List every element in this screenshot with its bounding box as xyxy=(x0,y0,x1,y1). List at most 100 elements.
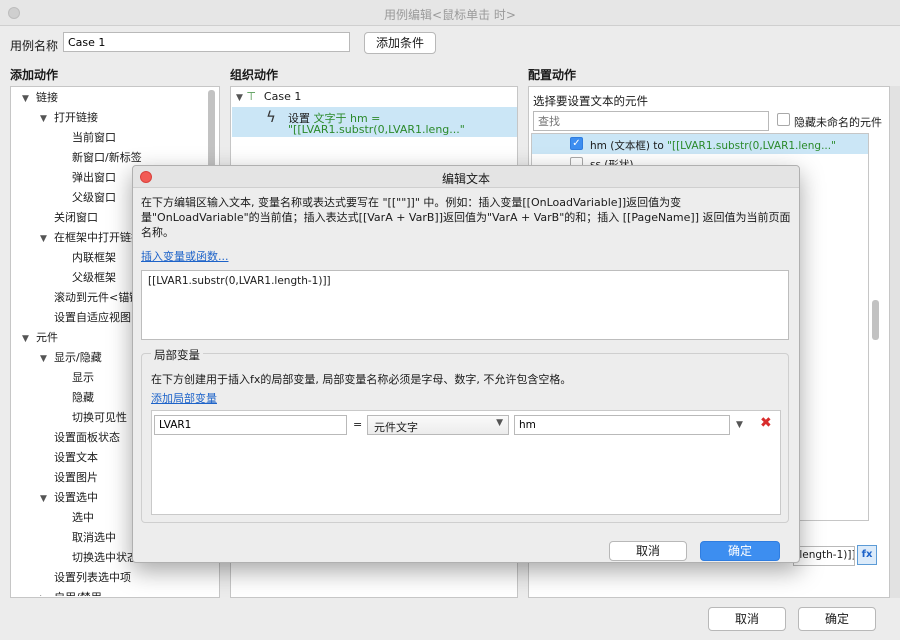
tree-item[interactable]: ▼ 链接 xyxy=(22,88,58,108)
case-expand-icon[interactable]: ▼ xyxy=(236,93,243,103)
tree-item[interactable]: ▼ 元件 xyxy=(22,328,58,348)
tree-item[interactable]: ▼ 设置选中 xyxy=(40,488,98,508)
tree-item[interactable]: ▶启用/禁用 xyxy=(40,588,102,596)
lightning-icon: ϟ xyxy=(266,108,276,126)
widget-search-input[interactable] xyxy=(533,111,769,131)
tree-item-label: 隐藏 xyxy=(72,391,94,404)
configure-actions-header: 配置动作 xyxy=(528,68,577,82)
tree-item-label: 显示/隐藏 xyxy=(54,351,102,364)
tree-item[interactable]: 新窗口/新标签 xyxy=(58,148,142,168)
window-titlebar: 用例编辑<鼠标单击 时> xyxy=(0,0,900,26)
tree-item-label: 设置列表选中项 xyxy=(54,571,131,584)
var-type-value: 元件文字 xyxy=(374,421,418,434)
tree-item[interactable]: 设置文本 xyxy=(40,448,98,468)
tree-item-label: 显示 xyxy=(72,371,94,384)
tree-item[interactable]: 当前窗口 xyxy=(58,128,116,148)
fx-button[interactable]: fx xyxy=(857,545,877,565)
edit-text-dialog: 编辑文本 在下方编辑区输入文本, 变量名称或表达式要写在 "[[""]]" 中。… xyxy=(132,165,800,563)
select-widget-label: 选择要设置文本的元件 xyxy=(533,94,648,108)
tree-item-label: 滚动到元件<锚链 xyxy=(54,291,141,304)
tree-item[interactable]: 设置图片 xyxy=(40,468,98,488)
tree-item-label: 启用/禁用 xyxy=(54,591,102,596)
delete-var-icon[interactable]: ✖ xyxy=(760,415,772,431)
dialog-title: 编辑文本 xyxy=(441,172,490,186)
tree-item[interactable]: ▼ 打开链接 xyxy=(40,108,98,128)
expand-toggle-icon[interactable]: ▼ xyxy=(40,229,54,249)
tree-item-label: 取消选中 xyxy=(72,531,116,544)
tree-item-label: 设置文本 xyxy=(54,451,98,464)
tree-item-label: 父级框架 xyxy=(72,271,116,284)
tree-item[interactable]: 内联框架 xyxy=(58,248,116,268)
tree-item[interactable]: 设置自适应视图 xyxy=(40,308,131,328)
widget-hm-name: hm (文本框) to xyxy=(590,140,668,152)
tree-item[interactable]: 隐藏 xyxy=(58,388,94,408)
expand-toggle-icon[interactable]: ▼ xyxy=(40,109,54,129)
tree-item-label: 链接 xyxy=(36,91,58,104)
tree-item[interactable]: 切换选中状态 xyxy=(58,548,138,568)
case-node[interactable]: ▼ ⊤ Case 1 xyxy=(236,90,301,103)
tree-item[interactable]: 设置面板状态 xyxy=(40,428,120,448)
dialog-ok-button[interactable]: 确定 xyxy=(700,541,780,561)
tree-item[interactable]: ▼ 显示/隐藏 xyxy=(40,348,102,368)
var-name-input[interactable] xyxy=(154,415,347,435)
value-expression-field[interactable]: .length-1)]] xyxy=(793,546,855,566)
widget-list-scrollbar[interactable] xyxy=(872,300,879,340)
tree-item[interactable]: 父级窗口 xyxy=(58,188,116,208)
tree-item-label: 设置选中 xyxy=(54,491,98,504)
tree-item-label: 关闭窗口 xyxy=(54,211,98,224)
expand-toggle-icon[interactable]: ▼ xyxy=(40,489,54,509)
expand-toggle-icon[interactable]: ▼ xyxy=(22,89,36,109)
widget-hm-checkbox[interactable]: ✓ xyxy=(570,137,583,150)
tree-item-label: 元件 xyxy=(36,331,58,344)
action-line-2: "[[LVAR1.substr(0,LVAR1.leng..." xyxy=(288,123,465,136)
organize-actions-header: 组织动作 xyxy=(230,68,279,82)
tree-item[interactable]: 显示 xyxy=(58,368,94,388)
tree-item[interactable]: 关闭窗口 xyxy=(40,208,98,228)
equals-sign: = xyxy=(353,418,363,431)
case-name-input[interactable] xyxy=(63,32,350,52)
tree-item-label: 设置自适应视图 xyxy=(54,311,131,324)
dialog-cancel-button[interactable]: 取消 xyxy=(609,541,687,561)
chevron-down-icon: ▼ xyxy=(496,418,503,428)
hide-unnamed-label: 隐藏未命名的元件 xyxy=(794,116,882,129)
widget-hm-value: "[[LVAR1.substr(0,LVAR1.leng..." xyxy=(667,140,836,152)
add-local-var-link[interactable]: 添加局部变量 xyxy=(151,390,217,406)
right-edge xyxy=(890,86,900,598)
tree-item-label: 设置面板状态 xyxy=(54,431,120,444)
tree-item-label: 打开链接 xyxy=(54,111,98,124)
tree-item-label: 内联框架 xyxy=(72,251,116,264)
expand-toggle-icon[interactable]: ▼ xyxy=(40,349,54,369)
tree-item[interactable]: 父级框架 xyxy=(58,268,116,288)
add-condition-button[interactable]: 添加条件 xyxy=(364,32,436,54)
dialog-description: 在下方编辑区输入文本, 变量名称或表达式要写在 "[[""]]" 中。例如：插入… xyxy=(141,196,791,239)
text-editor[interactable]: [[LVAR1.substr(0,LVAR1.length-1)]] xyxy=(141,270,789,340)
tree-item[interactable]: 取消选中 xyxy=(58,528,116,548)
case-node-label: Case 1 xyxy=(263,90,302,103)
tree-item[interactable]: ▼ 在框架中打开链接 xyxy=(40,228,142,248)
case-tree-icon: ⊤ xyxy=(246,90,257,103)
dialog-titlebar: 编辑文本 xyxy=(133,166,799,188)
insert-variable-link[interactable]: 插入变量或函数... xyxy=(141,248,229,264)
tree-item[interactable]: 设置列表选中项 xyxy=(40,568,131,588)
expand-toggle-icon[interactable]: ▼ xyxy=(22,329,36,349)
cancel-button[interactable]: 取消 xyxy=(708,607,786,631)
tree-item[interactable]: 弹出窗口 xyxy=(58,168,116,188)
tree-item[interactable]: 切换可见性 xyxy=(58,408,127,428)
tree-item-label: 切换选中状态 xyxy=(72,551,138,564)
tree-item-label: 选中 xyxy=(72,511,94,524)
var-type-select[interactable]: 元件文字 ▼ xyxy=(367,415,509,435)
hide-unnamed-checkbox[interactable] xyxy=(777,113,790,126)
tree-item-label: 新窗口/新标签 xyxy=(72,151,142,164)
tree-item-label: 弹出窗口 xyxy=(72,171,116,184)
tree-item[interactable]: 选中 xyxy=(58,508,94,528)
widget-hm-label: hm (文本框) to "[[LVAR1.substr(0,LVAR1.leng… xyxy=(590,138,836,153)
ok-button[interactable]: 确定 xyxy=(798,607,876,631)
add-actions-header: 添加动作 xyxy=(10,68,59,82)
tree-item-label: 切换可见性 xyxy=(72,411,127,424)
tree-item-label: 父级窗口 xyxy=(72,191,116,204)
target-dropdown-icon[interactable]: ▼ xyxy=(736,420,743,430)
target-widget-input[interactable] xyxy=(514,415,730,435)
tree-item[interactable]: 滚动到元件<锚链 xyxy=(40,288,140,308)
expand-toggle-icon[interactable]: ▶ xyxy=(40,589,54,596)
case-name-label: 用例名称 xyxy=(10,39,59,53)
